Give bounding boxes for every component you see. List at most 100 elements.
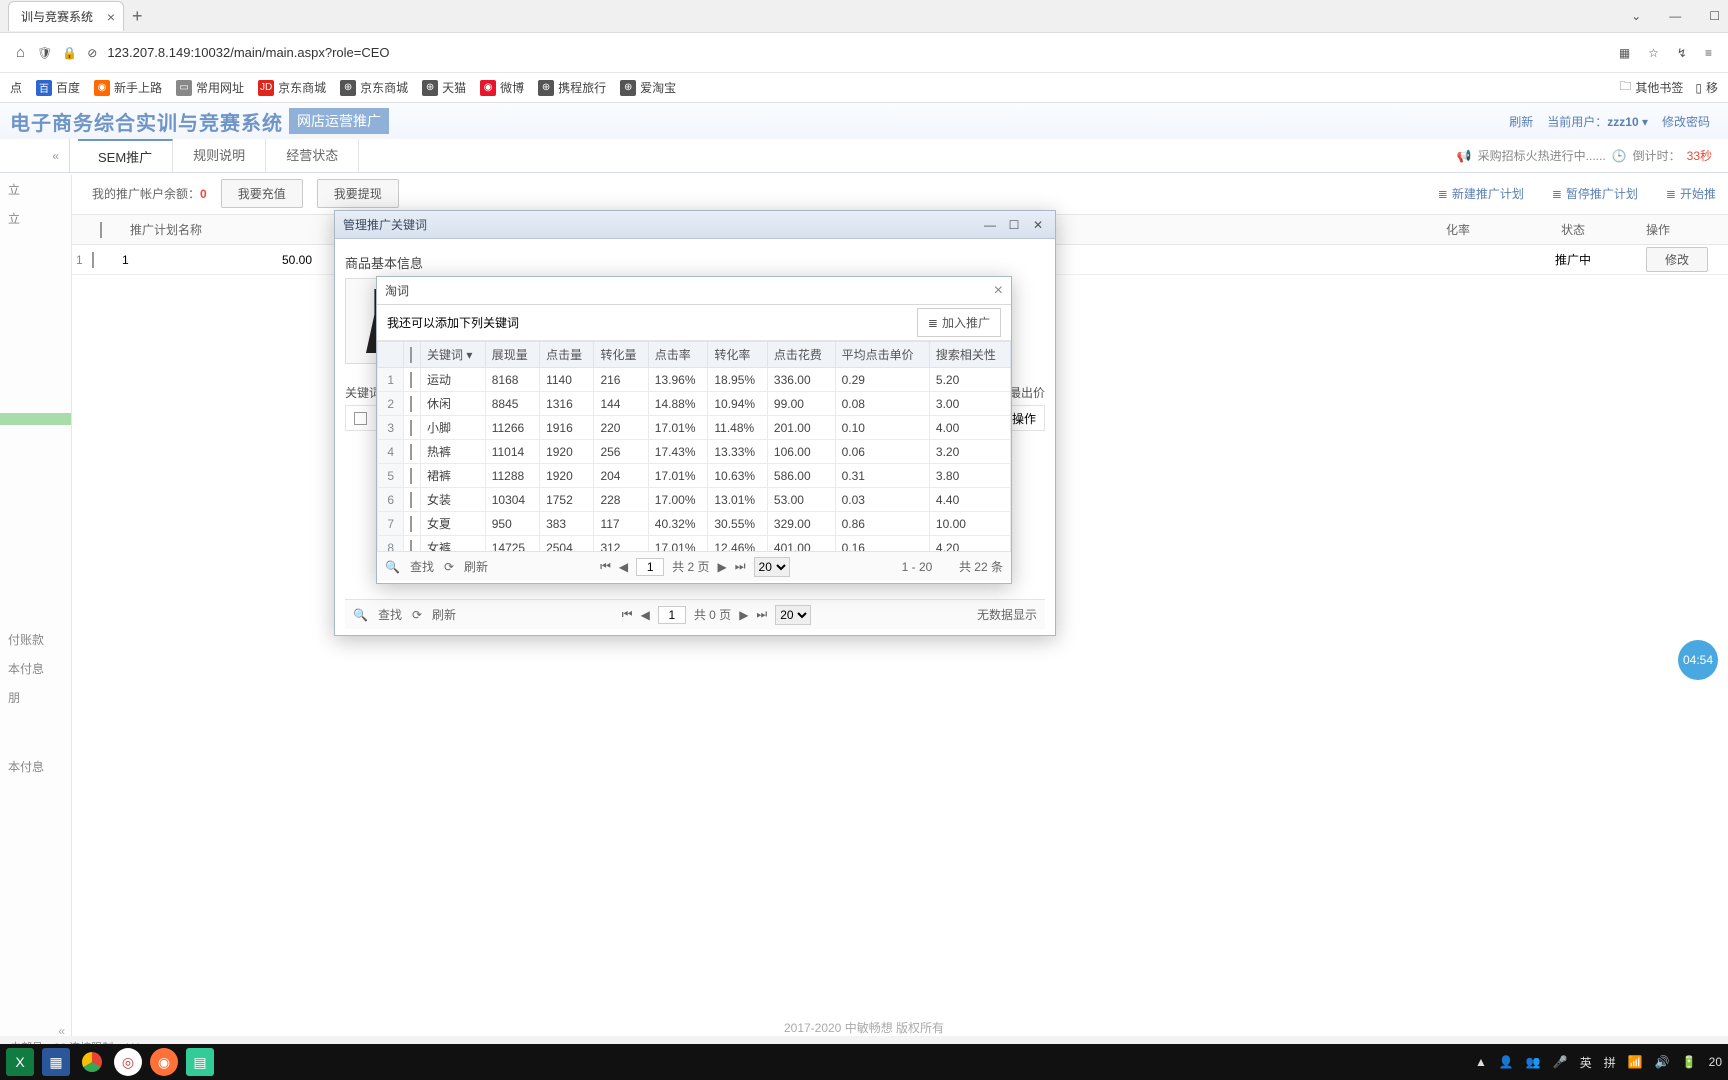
maximize-icon[interactable]: ☐ xyxy=(1709,9,1720,23)
other-bookmarks[interactable]: 🗀其他书签 xyxy=(1619,77,1683,98)
timer-bubble[interactable]: 04:54 xyxy=(1678,640,1718,680)
permission-icon[interactable]: ⊘ xyxy=(87,46,97,60)
bookmark-item[interactable]: ◉新手上路 xyxy=(94,79,162,96)
refresh-link[interactable]: 刷新 xyxy=(1509,113,1533,130)
wifi-icon[interactable]: 📶 xyxy=(1628,1055,1643,1069)
row-checkbox[interactable] xyxy=(410,396,412,412)
tray-icon[interactable]: 👥 xyxy=(1526,1055,1541,1069)
window-dropdown-icon[interactable]: ⌄ xyxy=(1631,9,1641,23)
sidebar-item[interactable]: 立 xyxy=(0,175,71,204)
ime-indicator[interactable]: 英 xyxy=(1580,1054,1592,1071)
table-row[interactable]: 2休闲8845131614414.88%10.94%99.000.083.00 xyxy=(378,392,1011,416)
table-row[interactable]: 4热裤11014192025617.43%13.33%106.000.063.2… xyxy=(378,440,1011,464)
volume-icon[interactable]: 🔊 xyxy=(1655,1055,1670,1069)
close-icon[interactable]: × xyxy=(994,282,1003,300)
bookmark-item[interactable]: 百百度 xyxy=(36,79,80,96)
sidebar-item[interactable]: 朋 xyxy=(0,683,71,712)
tab-sem[interactable]: SEM推广 xyxy=(78,139,173,172)
sidebar-item[interactable] xyxy=(0,413,71,425)
start-plan-link[interactable]: ≣ 开始推 xyxy=(1666,185,1716,202)
chrome-icon[interactable] xyxy=(78,1048,106,1076)
row-checkbox[interactable] xyxy=(410,420,412,436)
row-checkbox[interactable] xyxy=(92,252,94,268)
sidebar-item[interactable]: 本付息 xyxy=(0,654,71,683)
withdraw-button[interactable]: 我要提现 xyxy=(317,179,399,208)
last-page-icon[interactable]: ⏭ xyxy=(735,559,746,574)
bookmark-item[interactable]: ⊕京东商城 xyxy=(340,79,408,96)
menu-icon[interactable]: ≡ xyxy=(1705,46,1712,60)
keyword-table-wrap[interactable]: 关键词 ▾展现量点击量转化量点击率转化率点击花费平均点击单价搜索相关性 1运动8… xyxy=(377,341,1011,551)
close-icon[interactable]: ✕ xyxy=(1029,218,1047,232)
table-row[interactable]: 5裙裤11288192020417.01%10.63%586.000.313.8… xyxy=(378,464,1011,488)
page-input[interactable] xyxy=(636,558,664,576)
bookmark-item[interactable]: ⊕携程旅行 xyxy=(538,79,606,96)
clock[interactable]: 20 xyxy=(1709,1055,1722,1069)
next-page-icon[interactable]: ▶ xyxy=(739,608,748,622)
tray-icon[interactable]: 👤 xyxy=(1499,1055,1514,1069)
sidebar-item[interactable]: 本付息 xyxy=(0,752,71,781)
browser-tab[interactable]: 训与竞赛系统 × xyxy=(8,1,124,31)
page-input[interactable] xyxy=(658,606,686,624)
home-icon[interactable]: ⌂ xyxy=(16,44,25,61)
row-checkbox[interactable] xyxy=(410,468,412,484)
firefox-icon[interactable]: ◉ xyxy=(150,1048,178,1076)
prev-page-icon[interactable]: ◀ xyxy=(619,560,628,574)
row-checkbox[interactable] xyxy=(410,372,412,388)
close-icon[interactable]: × xyxy=(107,9,115,25)
bookmark-item[interactable]: ▭常用网址 xyxy=(176,79,244,96)
pause-plan-link[interactable]: ≣ 暂停推广计划 xyxy=(1552,185,1638,202)
table-row[interactable]: 3小脚11266191622017.01%11.48%201.000.104.0… xyxy=(378,416,1011,440)
bookmark-item[interactable]: ⊕爱淘宝 xyxy=(620,79,676,96)
mobile-bookmarks[interactable]: ▯移 xyxy=(1695,77,1718,98)
qr-icon[interactable]: ▦ xyxy=(1619,46,1630,60)
bookmark-item[interactable]: 点 xyxy=(10,79,22,96)
refresh-icon[interactable]: ⟳ xyxy=(412,608,422,622)
refresh-icon[interactable]: ⟳ xyxy=(444,560,454,574)
row-checkbox[interactable] xyxy=(410,516,412,532)
table-row[interactable]: 1运动8168114021613.96%18.95%336.000.295.20 xyxy=(378,368,1011,392)
sidebar-toggle[interactable]: « xyxy=(0,139,70,173)
page-size-select[interactable]: 20 xyxy=(754,557,790,577)
battery-icon[interactable]: 🔋 xyxy=(1682,1055,1697,1069)
page-size-select[interactable]: 20 xyxy=(775,605,811,625)
minimize-icon[interactable]: — xyxy=(1669,9,1681,23)
edit-button[interactable]: 修改 xyxy=(1646,247,1708,272)
recharge-button[interactable]: 我要充值 xyxy=(221,179,303,208)
add-to-promo-button[interactable]: ≣加入推广 xyxy=(917,308,1001,337)
extension-icon[interactable]: ↯ xyxy=(1677,46,1687,60)
lock-icon[interactable]: 🔒 xyxy=(62,46,77,60)
prev-page-icon[interactable]: ◀ xyxy=(641,608,650,622)
minimize-icon[interactable]: — xyxy=(981,218,999,232)
select-all-checkbox[interactable] xyxy=(100,222,102,238)
bookmark-item[interactable]: ⊕天猫 xyxy=(422,79,466,96)
tab-rules[interactable]: 规则说明 xyxy=(173,139,266,172)
first-page-icon[interactable]: ⏮ xyxy=(622,607,633,622)
change-password-link[interactable]: 修改密码 xyxy=(1662,113,1710,130)
app-icon[interactable]: ▤ xyxy=(186,1048,214,1076)
row-checkbox[interactable] xyxy=(410,444,412,460)
bookmark-item[interactable]: JD京东商城 xyxy=(258,79,326,96)
search-icon[interactable]: 🔍 xyxy=(353,608,368,622)
tray-icon[interactable]: 🎤 xyxy=(1553,1055,1568,1069)
tray-icon[interactable]: ▲ xyxy=(1475,1055,1487,1069)
table-row[interactable]: 8女裤14725250431217.01%12.46%401.000.164.2… xyxy=(378,536,1011,552)
table-row[interactable]: 7女夏95038311740.32%30.55%329.000.8610.00 xyxy=(378,512,1011,536)
select-all-checkbox[interactable] xyxy=(410,347,412,363)
table-row[interactable]: 6女装10304175222817.00%13.01%53.000.034.40 xyxy=(378,488,1011,512)
bookmark-item[interactable]: ◉微博 xyxy=(480,79,524,96)
shield-icon[interactable]: 🛡 xyxy=(37,46,52,60)
sidebar-item[interactable]: 立 xyxy=(0,204,71,233)
inner-select-all[interactable] xyxy=(354,412,367,425)
row-checkbox[interactable] xyxy=(410,540,412,552)
next-page-icon[interactable]: ▶ xyxy=(718,560,727,574)
star-icon[interactable]: ☆ xyxy=(1648,46,1659,60)
first-page-icon[interactable]: ⏮ xyxy=(600,559,611,574)
dialog-titlebar[interactable]: 管理推广关键词 — ☐ ✕ xyxy=(335,211,1055,239)
new-plan-link[interactable]: ≣ 新建推广计划 xyxy=(1438,185,1524,202)
ime-indicator[interactable]: 拼 xyxy=(1604,1054,1616,1071)
tab-status[interactable]: 经营状态 xyxy=(266,139,359,172)
excel-icon[interactable]: X xyxy=(6,1048,34,1076)
app-icon[interactable]: ▦ xyxy=(42,1048,70,1076)
url-box[interactable]: 🛡 🔒 ⊘ 123.207.8.149:10032/main/main.aspx… xyxy=(37,45,1607,60)
last-page-icon[interactable]: ⏭ xyxy=(756,607,767,622)
